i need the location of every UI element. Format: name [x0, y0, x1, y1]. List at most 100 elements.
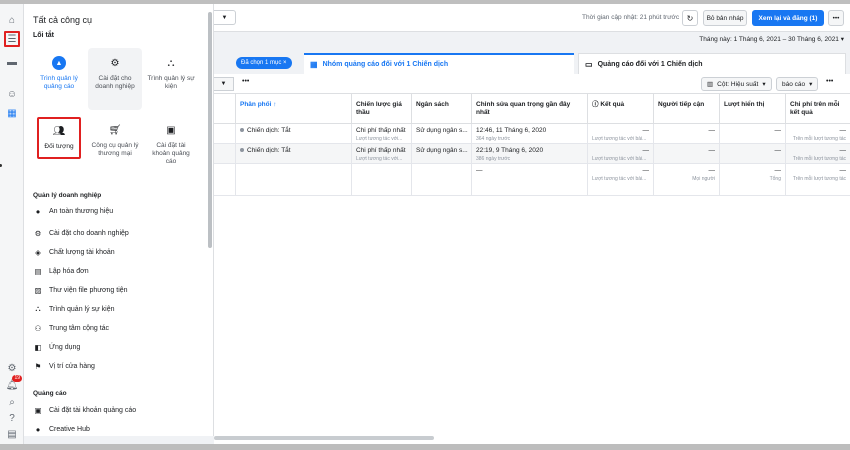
tab-ad-sets[interactable]: ▦ Nhóm quảng cáo đối với 1 Chiến dịch [304, 53, 574, 74]
refresh-button[interactable]: ↻ [682, 10, 698, 26]
gear-icon: ⚙ [110, 57, 120, 69]
tile-events-manager[interactable]: ⛬ Trình quản lý sự kiện [144, 48, 198, 110]
account-settings-icon: ▣ [34, 405, 42, 415]
table-icon[interactable]: ▤ [4, 426, 20, 442]
table-row-delivery: Chiến dịch: Tắt [236, 144, 352, 164]
media-icon: ▨ [34, 285, 42, 295]
settings-icon[interactable]: ⚙ [4, 360, 20, 376]
tile-business-settings[interactable]: ⚙ Cài đặt cho doanh nghiệp [88, 48, 142, 110]
shortcuts-title: Lối tắt [33, 32, 54, 39]
tile-audiences[interactable]: 👥︎ Đối tượng [37, 117, 81, 159]
smile-icon[interactable]: ☺ [4, 86, 20, 102]
tile-ad-account-settings[interactable]: ▣ Cài đặt tài khoản quảng cáo [144, 118, 198, 180]
creative-hub-icon: ● [35, 424, 41, 434]
tile-label: Trình quản lý quảng cáo [40, 75, 78, 90]
chevron-down-icon: ▾ [809, 81, 813, 88]
business-section-title: Quản lý doanh nghiệp [33, 192, 102, 199]
home-icon[interactable]: ⌂ [4, 12, 20, 28]
menu-item-collaboration-center[interactable]: ⚇ Trung tâm cộng tác [33, 321, 109, 335]
table-row-delivery: Chiến dịch: Tắt [236, 124, 352, 144]
shield-icon: ● [35, 206, 41, 216]
column-header-delivery[interactable]: Phân phối ↑ [236, 94, 352, 124]
column-header-budget[interactable]: Ngân sách [412, 94, 472, 124]
menu-item-apps[interactable]: ◧ Ứng dụng [33, 340, 80, 354]
selected-chip[interactable]: Đã chọn 1 mục × [236, 57, 292, 69]
total-row-impressions: — Tổng [720, 164, 786, 196]
tab-ads[interactable]: ▭ Quảng cáo đối với 1 Chiến dịch [578, 53, 846, 74]
menu-item-events-manager[interactable]: ⛬ Trình quản lý sự kiện [33, 302, 114, 316]
gear-icon: ⚙ [34, 228, 42, 238]
column-header-impressions[interactable]: Lượt hiển thị [720, 94, 786, 124]
level-tabs: Đã chọn 1 mục × ▦ Nhóm quảng cáo đối với … [214, 50, 850, 74]
table-toolbar: ▼ ••• ▥ Cột: Hiệu suất ▾ báo cáo ▾ ••• [214, 74, 850, 94]
menu-item-ad-account-settings[interactable]: ▣ Cài đặt tài khoản quảng cáo [33, 403, 136, 417]
table-row-edit: 22:19, 9 Tháng 6, 2020 386 ngày trước [472, 144, 588, 164]
date-range-picker[interactable]: Tháng này: 1 Tháng 6, 2021 – 30 Tháng 6,… [699, 35, 844, 43]
chevron-down-icon: ▾ [762, 81, 766, 88]
adset-icon: ▦ [310, 60, 318, 69]
total-row-bid [352, 164, 412, 196]
column-header-reach[interactable]: Người tiếp cận [654, 94, 720, 124]
table-row-budget: Sử dụng ngân s... [412, 144, 472, 164]
ads-manager-main: ▼ Thời gian cập nhật: 21 phút trước ↻ Bỏ… [214, 4, 850, 444]
all-tools-panel: Tất cả công cụ Lối tắt ▲ Trình quản lý q… [24, 4, 214, 436]
tile-ads-manager[interactable]: ▲ Trình quản lý quảng cáo [32, 48, 86, 110]
menu-item-creative-hub[interactable]: ● Creative Hub [33, 422, 90, 436]
table-row-bid: Chi phí thấp nhất Lượt tương tác với... [352, 124, 412, 144]
bell-icon[interactable]: 🔔︎ 19 [4, 375, 22, 393]
total-row-reach: — Mọi người [654, 164, 720, 196]
columns-button[interactable]: ▥ Cột: Hiệu suất ▾ [701, 77, 772, 91]
column-header-last-edit[interactable]: Chỉnh sửa quan trọng gần đây nhất [472, 94, 588, 124]
panel-scrollbar[interactable] [208, 12, 212, 248]
top-bar: ▼ Thời gian cập nhật: 21 phút trước ↻ Bỏ… [214, 4, 850, 32]
apps-icon: ◧ [34, 342, 42, 352]
ads-icon[interactable]: ▬ [4, 54, 20, 70]
menu-item-media-library[interactable]: ▨ Thư viện file phương tiện [33, 283, 127, 297]
horizontal-scrollbar[interactable] [214, 436, 434, 440]
menu-icon[interactable]: ☰ [4, 31, 20, 47]
table-row-result: — Lượt tương tác với bài... [588, 124, 654, 144]
ad-icon: ▭ [585, 59, 593, 69]
menu-item-brand-safety[interactable]: ● An toàn thương hiệu [33, 204, 113, 218]
rail-dot [0, 164, 2, 167]
invoice-icon: ▤ [34, 266, 42, 276]
menu-item-billing[interactable]: ▤ Lập hóa đơn [33, 264, 88, 278]
toolbar-more[interactable]: ••• [242, 78, 249, 85]
ads-manager-icon: ▲ [52, 56, 66, 70]
account-settings-icon: ▣ [166, 124, 176, 136]
table-row-impressions: — [720, 124, 786, 144]
account-dropdown[interactable]: ▼ [214, 10, 236, 25]
menu-item-store-locations[interactable]: ⚑ Vị trí cửa hàng [33, 359, 95, 373]
search-icon[interactable]: ⌕ [4, 394, 20, 410]
table-row-edit: 12:46, 11 Tháng 6, 2020 364 ngày trước [472, 124, 588, 144]
help-icon[interactable]: ? [4, 410, 20, 426]
status-dot [240, 128, 244, 133]
tile-label: Cài đặt tài khoản quảng cáo [152, 142, 190, 165]
column-header-bid-strategy[interactable]: Chiến lược giá thầu [352, 94, 412, 124]
bottom-bar [0, 444, 850, 450]
ads-section-title: Quảng cáo [33, 390, 67, 397]
menu-item-business-settings[interactable]: ⚙ Cài đặt cho doanh nghiệp [33, 226, 129, 240]
total-row-result: — Lượt tương tác với bài... [588, 164, 654, 196]
tile-label: Cài đặt cho doanh nghiệp [95, 75, 135, 90]
panel-title: Tất cả công cụ [33, 15, 93, 25]
toolbar-dropdown[interactable]: ▼ [214, 77, 234, 91]
report-button[interactable]: báo cáo ▾ [776, 77, 819, 91]
table-row-cpr: — Trên mỗi lượt tương tác [786, 124, 850, 144]
row-checkbox[interactable] [214, 124, 236, 144]
row-checkbox[interactable] [214, 144, 236, 164]
toolbar-more-right[interactable]: ••• [826, 78, 833, 85]
quality-icon: ◈ [35, 247, 41, 257]
menu-item-account-quality[interactable]: ◈ Chất lượng tài khoản [33, 245, 115, 259]
discard-draft-button[interactable]: Bỏ bản nháp [703, 10, 747, 26]
column-header-checkbox [214, 94, 236, 124]
last-updated-text: Thời gian cập nhật: 21 phút trước [582, 14, 680, 21]
app-frame: ⌂ ☰ ▬ ☺ ▦ ⚙ 🔔︎ 19 ⌕ ? ▤ Tất cả công cụ Lố… [0, 4, 850, 444]
more-options-button[interactable]: ••• [828, 10, 844, 26]
table-row-budget: Sử dụng ngân s... [412, 124, 472, 144]
grid-icon[interactable]: ▦ [4, 105, 20, 121]
tile-commerce-manager[interactable]: 🛒︎ Công cụ quản lý thương mại [88, 118, 142, 180]
column-header-results[interactable]: ⓘ Kết quả [588, 94, 654, 124]
review-publish-button[interactable]: Xem lại và đăng (1) [752, 10, 824, 26]
column-header-cost-per-result[interactable]: Chi phí trên mỗi kết quả [786, 94, 850, 124]
